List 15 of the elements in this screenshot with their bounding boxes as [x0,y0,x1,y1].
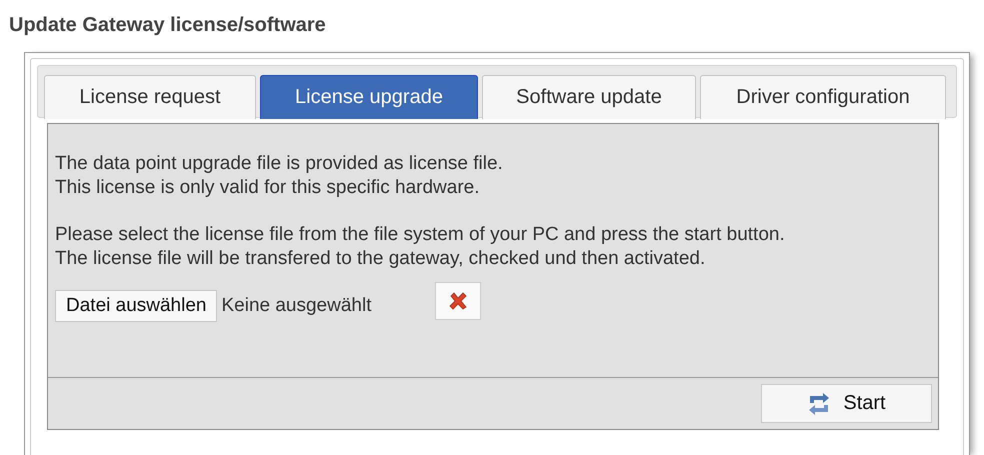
file-status: Keine ausgewählt [221,295,372,317]
info-text: Please select the license file from the file system of your PC and press the start button. [55,223,786,247]
tab[interactable]: License upgrade [260,75,478,119]
info-text: This license is only valid for this specific hardware. [55,176,481,200]
tab[interactable]: Driver configuration [700,75,946,119]
clear-button[interactable] [435,282,482,320]
start-button[interactable]: Start [761,384,932,423]
page-title: Update Gateway license/software [8,13,327,38]
info-text: The license file will be transfered to the gateway, checked und then activated. [55,247,706,271]
tab[interactable]: Software update [482,75,696,119]
tab[interactable]: License request [44,75,256,119]
info-text: The data point upgrade file is provided as license file. [55,152,504,176]
refresh-icon [807,392,832,414]
choose-file-button[interactable]: Datei auswählen [55,290,218,322]
close-icon [448,291,468,311]
